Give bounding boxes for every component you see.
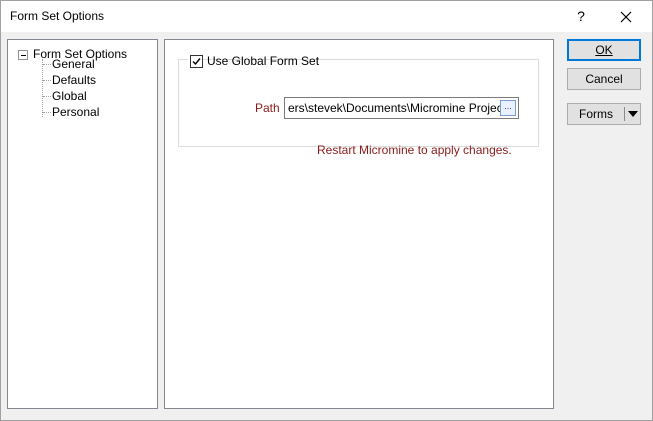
close-icon (620, 11, 632, 23)
global-form-set-group: Path ers\stevek\Documents\Micromine Proj… (178, 59, 539, 157)
checkbox-box[interactable] (190, 55, 203, 68)
options-tree: Form Set Options General Defaults Global… (7, 39, 158, 409)
tree-connector (43, 64, 51, 65)
cancel-button[interactable]: Cancel (567, 68, 641, 90)
tree-connector (43, 112, 51, 113)
checkbox-label: Use Global Form Set (207, 54, 320, 68)
tree-item-label: General (52, 57, 95, 71)
ok-button[interactable]: OK (567, 39, 641, 61)
tree-connector (43, 96, 51, 97)
dialog-window: Form Set Options ? Form Set Options Gene… (0, 0, 653, 421)
chevron-down-icon[interactable] (628, 111, 638, 117)
path-label: Path (255, 101, 280, 115)
collapse-minus-icon[interactable] (18, 50, 28, 60)
tree-item-label: Defaults (52, 73, 97, 87)
help-button[interactable]: ? (559, 1, 603, 32)
checkmark-icon (192, 58, 201, 66)
tree-connector (43, 80, 51, 81)
ellipsis-icon: ... (504, 101, 512, 111)
close-button[interactable] (604, 1, 648, 32)
tree-item-label: Personal (52, 105, 100, 119)
global-settings-panel: Path ers\stevek\Documents\Micromine Proj… (164, 39, 554, 409)
path-field[interactable]: ers\stevek\Documents\Micromine Projects … (284, 97, 519, 119)
forms-button[interactable]: Forms (567, 103, 641, 125)
split-divider (624, 107, 625, 121)
path-value: ers\stevek\Documents\Micromine Projects (288, 101, 513, 115)
browse-button[interactable]: ... (500, 100, 516, 116)
cancel-button-label: Cancel (585, 72, 623, 86)
restart-message: Restart Micromine to apply changes. (317, 143, 512, 157)
title-bar: Form Set Options ? (1, 1, 652, 32)
ok-button-label: OK (595, 43, 613, 57)
use-global-form-set-checkbox[interactable]: Use Global Form Set (188, 54, 319, 70)
forms-button-label: Forms (579, 107, 613, 121)
tree-item-label: Global (52, 89, 87, 103)
window-title: Form Set Options (10, 9, 105, 23)
tree-connector (42, 59, 43, 117)
